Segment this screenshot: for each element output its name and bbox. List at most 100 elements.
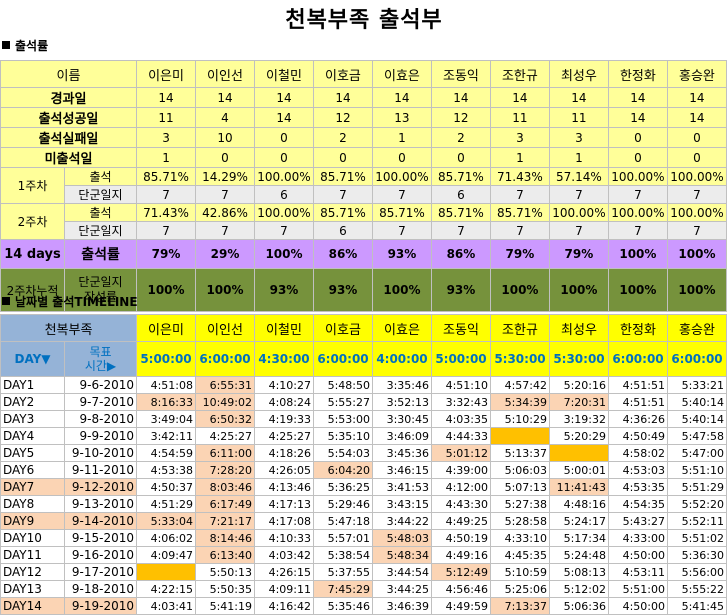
checkin-time: 6:55:31 (195, 376, 255, 394)
checkin-time: 4:51:08 (136, 376, 196, 394)
summary-row: 미출석일 1 0 0 0 0 0 1 1 0 0 (0, 147, 728, 168)
checkin-time: 4:33:10 (490, 529, 550, 547)
summary-value: 14 (136, 87, 196, 108)
checkin-time: 3:32:43 (431, 393, 491, 411)
checkin-time: 5:48:34 (372, 546, 432, 564)
checkin-time: 4:51:51 (608, 393, 668, 411)
checkin-time: 4:54:35 (608, 495, 668, 513)
checkin-time: 3:46:09 (372, 427, 432, 445)
member-name: 홍승완 (666, 60, 728, 88)
checkin-time: 5:51:00 (608, 580, 668, 598)
member-name: 이효은 (371, 60, 432, 88)
day-label: DAY4 (0, 427, 65, 445)
week-attend-value: 85.71% (312, 167, 373, 186)
summary-label: 출석성공일 (0, 107, 138, 128)
summary-value: 14 (666, 107, 728, 128)
day-label: DAY2 (0, 393, 65, 411)
day-label: DAY7 (0, 478, 65, 496)
summary-value: 12 (312, 107, 373, 128)
timeline-member-name: 이인선 (195, 314, 255, 342)
checkin-time: 4:03:41 (136, 597, 196, 615)
checkin-time: 4:54:59 (136, 444, 196, 462)
checkin-time: 5:33:04 (136, 512, 196, 530)
checkin-time: 4:26:05 (254, 461, 314, 479)
checkin-time: 5:37:55 (313, 563, 373, 581)
checkin-time: 11:41:43 (549, 478, 609, 496)
day-label: DAY6 (0, 461, 65, 479)
days14-value: 100% (253, 239, 314, 269)
week-journal-value: 6 (312, 221, 373, 240)
day-label: DAY11 (0, 546, 65, 564)
days14-value: 29% (195, 239, 255, 269)
timeline-member-name: 조한규 (490, 314, 550, 342)
summary-value: 14 (253, 107, 314, 128)
timeline-row: DAY5 9-10-2010 4:54:59 6:11:00 4:18:26 5:54:0… (0, 444, 727, 462)
member-name: 한정화 (607, 60, 668, 88)
checkin-time: 5:10:59 (490, 563, 550, 581)
week-attend-value: 100.00% (371, 167, 432, 186)
days14-row: 14 days 출석률 79% 29% 100% 86% 93% 86% 79% 79% 100% 1… (0, 239, 728, 269)
date-label: 9-6-2010 (64, 376, 137, 394)
timeline-target-row: DAY▼ 목표 시간▶ 5:00:00 6:00:00 4:30:00 6:00:00 4:… (0, 341, 727, 377)
target-time: 6:00:00 (608, 341, 668, 377)
cumulative-value: 100% (371, 268, 432, 312)
checkin-time: 5:56:00 (667, 563, 727, 581)
checkin-time: 5:52:11 (667, 512, 727, 530)
checkin-time: 4:33:00 (608, 529, 668, 547)
target-time-label: 목표 시간▶ (64, 341, 137, 377)
summary-value: 13 (371, 107, 432, 128)
checkin-time: 5:28:58 (490, 512, 550, 530)
week-journal-value: 7 (312, 185, 373, 204)
week-attend-value: 100.00% (607, 203, 668, 222)
summary-value: 14 (489, 87, 550, 108)
checkin-time: 7:28:20 (195, 461, 255, 479)
checkin-time: 5:47:18 (313, 512, 373, 530)
checkin-time: 5:53:00 (313, 410, 373, 428)
target-time: 5:00:00 (431, 341, 491, 377)
week-attend-value: 85.71% (430, 167, 491, 186)
timeline-header-row: 천복부족 이은미 이인선 이철민 이호금 이효은 조동익 조한규 최성우 한정화 홍승완 (0, 314, 727, 342)
timeline-table: 천복부족 이은미 이인선 이철민 이호금 이효은 조동익 조한규 최성우 한정화 홍승완 DAY▼ 목표… (0, 314, 727, 615)
checkin-time: 4:18:26 (254, 444, 314, 462)
date-label: 9-13-2010 (64, 495, 137, 513)
checkin-time: 4:19:33 (254, 410, 314, 428)
target-time: 6:00:00 (195, 341, 255, 377)
summary-value: 0 (312, 147, 373, 168)
checkin-time: 7:21:17 (195, 512, 255, 530)
checkin-time: 4:56:46 (431, 580, 491, 598)
checkin-time: 4:49:16 (431, 546, 491, 564)
square-bullet-icon (2, 41, 10, 49)
checkin-time: 4:03:42 (254, 546, 314, 564)
days14-value: 79% (489, 239, 550, 269)
target-time: 5:30:00 (490, 341, 550, 377)
summary-value: 14 (312, 87, 373, 108)
summary-row: 출석실패일 3 10 0 2 1 2 3 3 0 0 (0, 127, 728, 148)
checkin-time: 4:48:16 (549, 495, 609, 513)
name-header-row: 이름 이은미 이인선 이철민 이호금 이효은 조동익 조한규 최성우 한정화 홍승완 (0, 60, 728, 88)
checkin-time: 4:09:11 (254, 580, 314, 598)
week-label: 2주차 (0, 203, 65, 240)
summary-value: 1 (489, 147, 550, 168)
checkin-time: 10:49:02 (195, 393, 255, 411)
checkin-time: 4:58:02 (608, 444, 668, 462)
checkin-time: 5:06:36 (549, 597, 609, 615)
checkin-time: 5:35:10 (313, 427, 373, 445)
checkin-time: 4:10:27 (254, 376, 314, 394)
checkin-time: 5:06:03 (490, 461, 550, 479)
checkin-time: 5:47:00 (667, 444, 727, 462)
day-sort-label: DAY▼ (0, 341, 65, 377)
timeline-member-name: 이은미 (136, 314, 196, 342)
checkin-time: 5:17:34 (549, 529, 609, 547)
target-time: 4:30:00 (254, 341, 314, 377)
day-label: DAY8 (0, 495, 65, 513)
week-journal-value: 7 (136, 221, 196, 240)
checkin-time: 4:53:03 (608, 461, 668, 479)
week-journal-row: 단군일지 7 7 6 7 7 6 7 7 7 7 (1, 185, 728, 204)
week-attend-value: 85.71% (312, 203, 373, 222)
week-attend-value: 57.14% (548, 167, 609, 186)
day-label: DAY1 (0, 376, 65, 394)
checkin-time: 3:43:15 (372, 495, 432, 513)
summary-label: 경과일 (0, 87, 138, 108)
checkin-time: 4:39:00 (431, 461, 491, 479)
summary-value: 2 (430, 127, 491, 148)
